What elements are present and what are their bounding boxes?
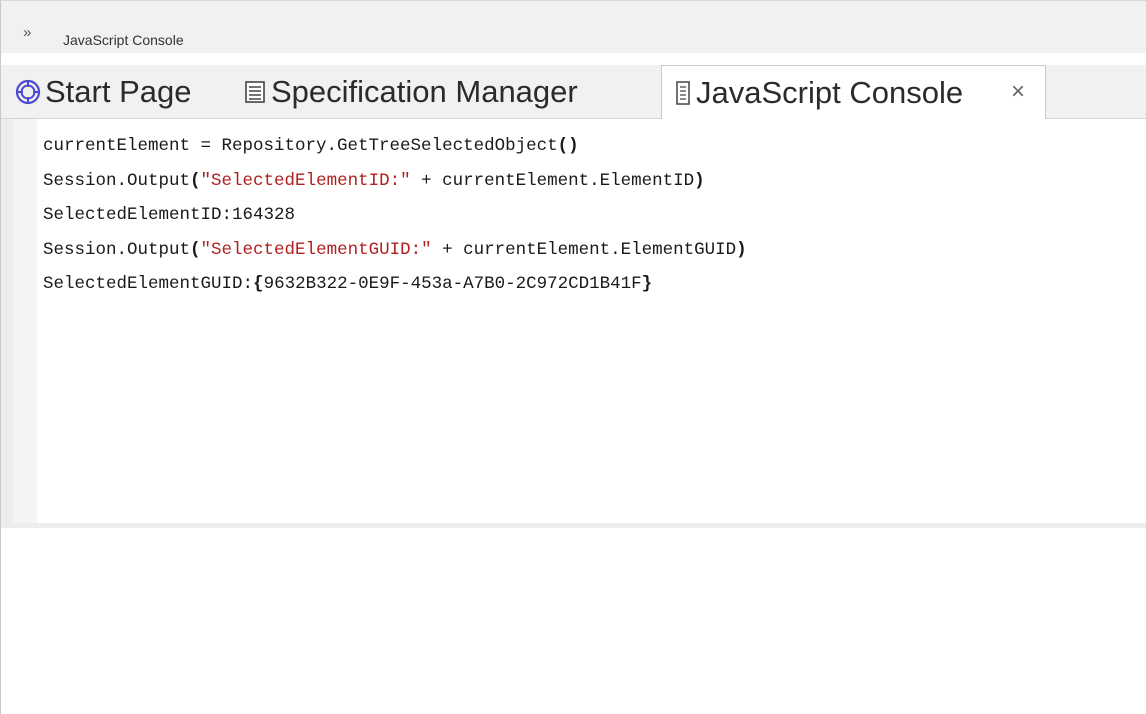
tab-start-page-label: Start Page bbox=[45, 73, 192, 109]
console-token: { bbox=[253, 274, 264, 294]
console-token: ( bbox=[190, 239, 201, 260]
console-token: currentElement = Repository.GetTreeSelec… bbox=[43, 136, 558, 156]
title-bar: » JavaScript Console bbox=[1, 1, 1146, 53]
javascript-console-icon bbox=[674, 79, 692, 107]
console-token: "SelectedElementID:" bbox=[200, 170, 411, 191]
console-token: Session.Output bbox=[43, 170, 191, 191]
window-title: JavaScript Console bbox=[63, 32, 184, 48]
console-output[interactable]: currentElement = Repository.GetTreeSelec… bbox=[1, 119, 1146, 523]
console-gutter bbox=[1, 119, 37, 523]
console-line: Session.Output("SelectedElementGUID:" + … bbox=[43, 233, 747, 268]
console-line: SelectedElementID:164328 bbox=[43, 198, 747, 233]
tab-specification-manager[interactable]: Specification Manager bbox=[243, 65, 578, 118]
close-icon[interactable]: × bbox=[1011, 80, 1025, 104]
console-token: ) bbox=[694, 170, 705, 191]
console-token: + currentElement.ElementGUID bbox=[431, 239, 737, 260]
start-page-icon bbox=[15, 79, 41, 105]
console-token: 9632B322-0E9F-453a-A7B0-2C972CD1B41F bbox=[263, 274, 642, 294]
console-line: Session.Output("SelectedElementID:" + cu… bbox=[43, 164, 747, 199]
console-token: } bbox=[641, 274, 653, 294]
expand-chevron-icon[interactable]: » bbox=[23, 25, 31, 40]
specification-manager-icon bbox=[243, 79, 267, 105]
console-token: () bbox=[557, 136, 579, 156]
tab-strip: Start Page Specification Manager JavaScr… bbox=[1, 65, 1146, 119]
tab-start-page[interactable]: Start Page bbox=[15, 65, 191, 118]
tab-specification-manager-label: Specification Manager bbox=[271, 73, 578, 109]
console-token: ) bbox=[736, 239, 747, 260]
console-input-area[interactable] bbox=[1, 528, 1146, 714]
console-token: "SelectedElementGUID:" bbox=[200, 239, 432, 260]
console-text[interactable]: currentElement = Repository.GetTreeSelec… bbox=[43, 129, 747, 302]
console-line: SelectedElementGUID:{9632B322-0E9F-453a-… bbox=[43, 267, 747, 302]
tab-javascript-console-label: JavaScript Console bbox=[696, 74, 964, 110]
console-token: Session.Output bbox=[43, 239, 191, 260]
tab-javascript-console[interactable]: JavaScript Console × bbox=[661, 65, 1046, 119]
javascript-console-window: » JavaScript Console Start Page Specific… bbox=[0, 0, 1146, 714]
console-token: SelectedElementID:164328 bbox=[43, 205, 296, 225]
console-token: SelectedElementGUID: bbox=[43, 274, 254, 294]
console-token: + currentElement.ElementID bbox=[410, 170, 695, 191]
console-token: ( bbox=[190, 170, 201, 191]
console-line: currentElement = Repository.GetTreeSelec… bbox=[43, 129, 747, 164]
